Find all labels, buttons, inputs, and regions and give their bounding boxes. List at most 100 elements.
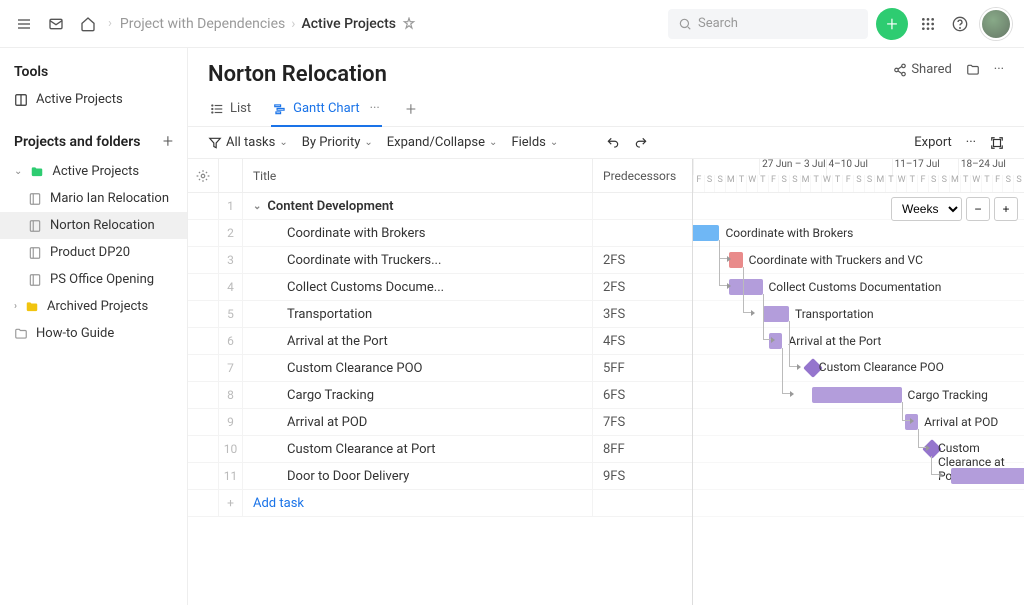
table-row[interactable]: 3 Coordinate with Truckers... 2FS xyxy=(188,247,692,274)
sidebar-item-psoffice[interactable]: PS Office Opening xyxy=(0,266,187,293)
task-title-cell[interactable]: Collect Customs Docume... xyxy=(242,274,592,300)
task-pred-cell[interactable]: 7FS xyxy=(592,409,692,435)
table-row[interactable]: 10 Custom Clearance at Port 8FF xyxy=(188,436,692,463)
sidebar-tool-active-projects[interactable]: Active Projects xyxy=(0,86,187,113)
timeline-day-label: W xyxy=(970,175,981,192)
timeline-day-label: T xyxy=(736,175,747,192)
sidebar-item-mario[interactable]: Mario Ian Relocation xyxy=(0,185,187,212)
export-button[interactable]: Export xyxy=(914,135,952,150)
search-input[interactable]: Search xyxy=(668,9,868,39)
help-icon[interactable] xyxy=(948,12,972,36)
toolbar-more-button[interactable]: ··· xyxy=(966,135,976,150)
gear-icon xyxy=(196,169,210,183)
zoom-out-button[interactable]: − xyxy=(966,197,990,221)
task-pred-cell[interactable]: 5FF xyxy=(592,355,692,381)
table-row[interactable]: 6 Arrival at the Port 4FS xyxy=(188,328,692,355)
task-pred-cell[interactable]: 6FS xyxy=(592,382,692,408)
task-title-cell[interactable]: Custom Clearance at Port xyxy=(242,436,592,462)
apps-icon[interactable] xyxy=(916,12,940,36)
row-number: 5 xyxy=(218,301,242,327)
share-button[interactable]: Shared xyxy=(893,62,951,77)
timeline[interactable]: 27 Jun – 3 Jul4–10 Jul11–17 Jul18–24 Jul… xyxy=(693,159,1024,605)
toolbar: All tasks⌄ By Priority⌄ Expand/Collapse⌄… xyxy=(188,127,1024,159)
tool-label: Expand/Collapse xyxy=(387,135,485,150)
pred-column-header[interactable]: Predecessors xyxy=(592,159,692,192)
gantt-bar[interactable]: Transportation xyxy=(763,306,789,322)
task-title-cell[interactable]: Arrival at the Port xyxy=(242,328,592,354)
add-button[interactable]: + xyxy=(876,8,908,40)
table-row[interactable]: 7 Custom Clearance POO 5FF xyxy=(188,355,692,382)
gantt-icon xyxy=(273,102,287,116)
table-row[interactable]: 4 Collect Customs Docume... 2FS xyxy=(188,274,692,301)
task-title-cell[interactable]: Coordinate with Brokers xyxy=(242,220,592,246)
table-row[interactable]: 8 Cargo Tracking 6FS xyxy=(188,382,692,409)
pin-icon[interactable] xyxy=(402,17,416,31)
task-pred-cell[interactable]: 8FF xyxy=(592,436,692,462)
task-pred-cell[interactable] xyxy=(592,220,692,246)
sidebar-folder-active[interactable]: ⌄ Active Projects xyxy=(0,158,187,185)
task-pred-cell[interactable]: 2FS xyxy=(592,274,692,300)
add-tab-button[interactable]: + xyxy=(400,99,422,120)
tab-label: List xyxy=(230,101,251,116)
more-button[interactable]: ··· xyxy=(994,62,1004,77)
sidebar-folder-howto[interactable]: How-to Guide xyxy=(0,320,187,347)
filter-button[interactable]: All tasks⌄ xyxy=(208,135,288,150)
zoom-select[interactable]: Weeks xyxy=(891,197,962,221)
sidebar-folder-archived[interactable]: › Archived Projects xyxy=(0,293,187,320)
zoom-in-button[interactable]: + xyxy=(994,197,1018,221)
sidebar-item-dp20[interactable]: Product DP20 xyxy=(0,239,187,266)
task-table: Title Predecessors 1 ⌄Content Developmen… xyxy=(188,159,693,605)
home-icon[interactable] xyxy=(76,12,100,36)
gantt-bar[interactable]: Door to xyxy=(951,468,1024,484)
task-pred-cell[interactable] xyxy=(592,193,692,219)
task-pred-cell[interactable]: 3FS xyxy=(592,301,692,327)
sidebar-item-norton[interactable]: Norton Relocation xyxy=(0,212,187,239)
table-row[interactable]: 11 Door to Door Delivery 9FS xyxy=(188,463,692,490)
task-pred-cell[interactable]: 4FS xyxy=(592,328,692,354)
title-column-header[interactable]: Title xyxy=(242,159,592,192)
gantt-bar[interactable]: Coordinate with Brokers xyxy=(693,225,719,241)
task-title-cell[interactable]: Arrival at POD xyxy=(242,409,592,435)
tab-gantt[interactable]: Gantt Chart··· xyxy=(271,93,382,126)
sidebar-item-label: Active Projects xyxy=(52,164,139,179)
task-title-cell[interactable]: Door to Door Delivery xyxy=(242,463,592,489)
breadcrumb-parent[interactable]: Project with Dependencies xyxy=(120,16,285,32)
undo-button[interactable] xyxy=(606,136,620,150)
task-pred-cell[interactable]: 2FS xyxy=(592,247,692,273)
timeline-day-label: M xyxy=(725,175,736,192)
tool-label: All tasks xyxy=(226,135,275,150)
task-title-cell[interactable]: ⌄Content Development xyxy=(242,193,592,219)
filter-icon xyxy=(208,136,222,150)
fields-button[interactable]: Fields⌄ xyxy=(511,135,558,150)
table-row[interactable]: 9 Arrival at POD 7FS xyxy=(188,409,692,436)
redo-button[interactable] xyxy=(634,136,648,150)
open-folder-button[interactable] xyxy=(966,63,980,77)
task-title-cell[interactable]: Coordinate with Truckers... xyxy=(242,247,592,273)
expand-button[interactable]: Expand/Collapse⌄ xyxy=(387,135,498,150)
gantt-bar[interactable]: Collect Customs Documentation xyxy=(729,279,762,295)
table-row[interactable]: 1 ⌄Content Development xyxy=(188,193,692,220)
task-title-cell[interactable]: Custom Clearance POO xyxy=(242,355,592,381)
timeline-row: Coordinate with Truckers and VC xyxy=(693,247,1024,274)
row-number: 6 xyxy=(218,328,242,354)
fullscreen-button[interactable] xyxy=(990,136,1004,150)
table-row[interactable]: 2 Coordinate with Brokers xyxy=(188,220,692,247)
task-title-cell[interactable]: Transportation xyxy=(242,301,592,327)
sort-button[interactable]: By Priority⌄ xyxy=(302,135,373,150)
table-row[interactable]: 5 Transportation 3FS xyxy=(188,301,692,328)
breadcrumb-current[interactable]: Active Projects xyxy=(301,16,396,32)
sidebar-item-label: Active Projects xyxy=(36,92,123,107)
settings-column[interactable] xyxy=(188,159,218,192)
inbox-icon[interactable] xyxy=(44,12,68,36)
timeline-day-label: S xyxy=(853,175,864,192)
add-task-row[interactable]: +Add task xyxy=(188,490,692,517)
user-avatar[interactable] xyxy=(980,8,1012,40)
tab-list[interactable]: List xyxy=(208,93,253,126)
tab-more-icon[interactable]: ··· xyxy=(370,101,380,116)
gantt-bar[interactable]: Cargo Tracking xyxy=(812,387,901,403)
menu-icon[interactable] xyxy=(12,12,36,36)
task-pred-cell[interactable]: 9FS xyxy=(592,463,692,489)
task-title-cell[interactable]: Cargo Tracking xyxy=(242,382,592,408)
timeline-day-label: W xyxy=(896,175,907,192)
add-folder-icon[interactable]: + xyxy=(163,131,173,152)
